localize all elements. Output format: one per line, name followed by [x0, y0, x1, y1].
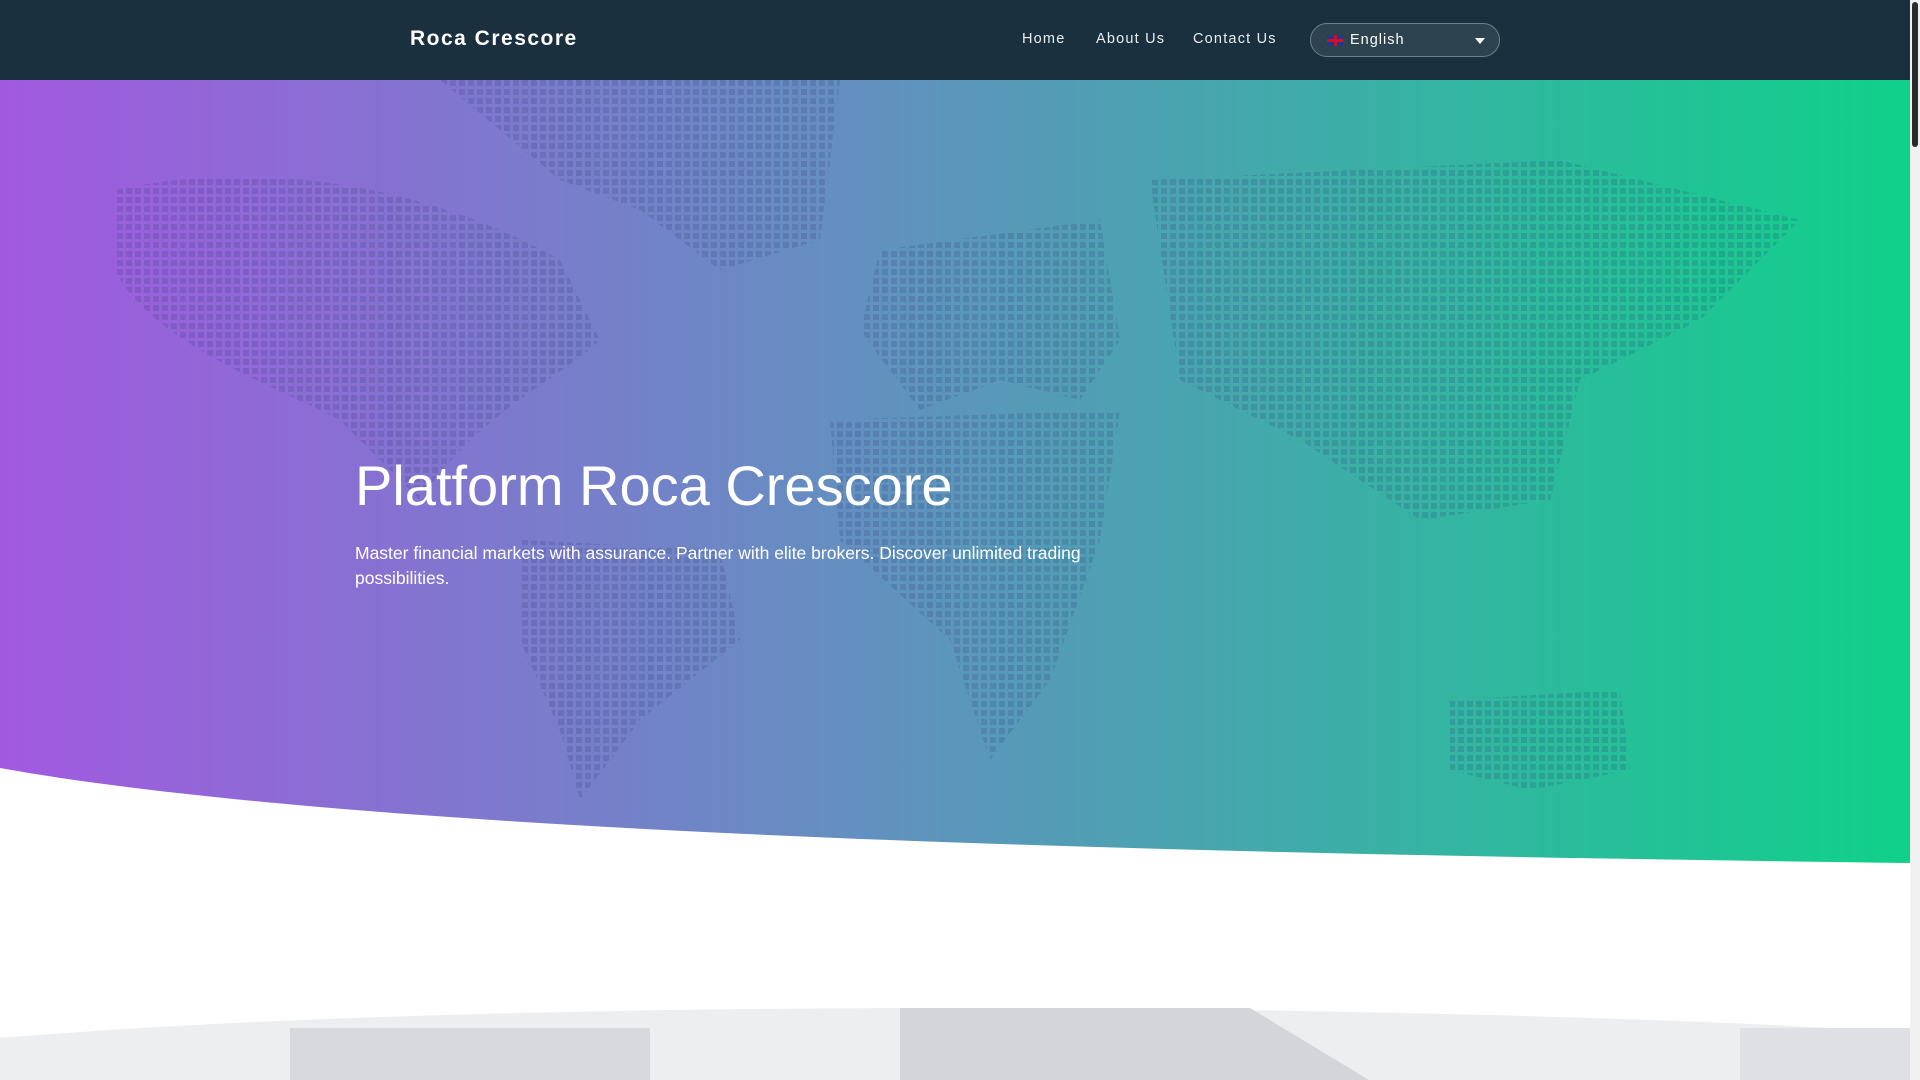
nav-contact-us[interactable]: Contact Us: [1193, 31, 1277, 47]
language-label: English: [1350, 32, 1405, 48]
hero-background: [0, 80, 1910, 863]
scrollbar[interactable]: [1910, 0, 1920, 1080]
uk-flag-icon: [1327, 34, 1343, 46]
nav-home[interactable]: Home: [1022, 31, 1065, 47]
nav-about-us[interactable]: About Us: [1096, 31, 1165, 47]
scrollbar-thumb[interactable]: [1912, 2, 1918, 147]
hero-subtitle: Master financial markets with assurance.…: [355, 543, 1081, 588]
language-select[interactable]: English: [1310, 23, 1500, 57]
hero-section: Platform Roca Crescore Master financial …: [0, 80, 1910, 870]
brand-logo[interactable]: Roca Crescore: [410, 27, 578, 51]
trading-photo: [0, 1008, 1910, 1080]
top-navbar: Roca Crescore Home About Us Contact Us E…: [0, 0, 1910, 80]
hero-title: Platform Roca Crescore: [355, 454, 953, 517]
chevron-down-icon: [1475, 38, 1485, 44]
